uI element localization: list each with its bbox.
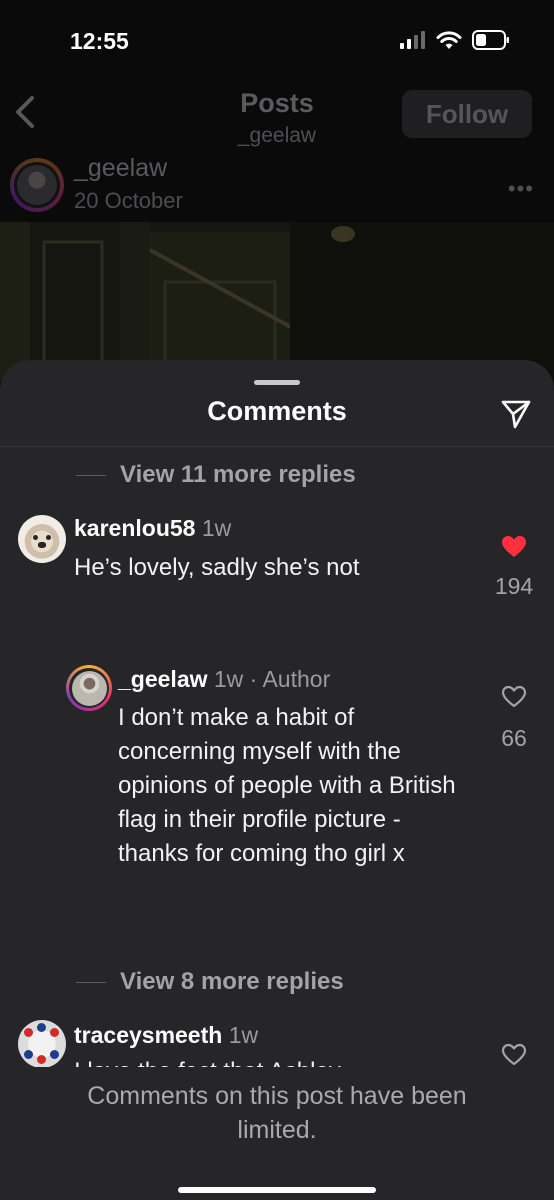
view-more-replies-button[interactable]: View 11 more replies bbox=[76, 461, 356, 489]
post-author-username[interactable]: _geelaw bbox=[74, 154, 167, 183]
status-icons bbox=[400, 30, 510, 50]
home-indicator[interactable] bbox=[178, 1187, 376, 1193]
post-image bbox=[0, 222, 554, 382]
view-more-replies-label: View 8 more replies bbox=[120, 968, 344, 995]
comment-header: traceysmeeth 1w bbox=[74, 1022, 258, 1049]
comment-time: 1w bbox=[201, 515, 232, 541]
heart-filled-icon[interactable] bbox=[501, 535, 527, 559]
like-count: 194 bbox=[494, 573, 534, 599]
avatar[interactable] bbox=[18, 1020, 66, 1067]
view-more-replies-label: View 11 more replies bbox=[120, 461, 356, 488]
sheet-title: Comments bbox=[207, 396, 347, 426]
sheet-drag-handle[interactable] bbox=[254, 380, 300, 385]
avatar[interactable] bbox=[66, 665, 112, 711]
comment-time: 1w bbox=[228, 1022, 259, 1048]
comment-header: _geelaw 1w · Author bbox=[118, 666, 330, 693]
comment-meta: 1w · Author bbox=[213, 666, 331, 692]
heart-outline-icon[interactable] bbox=[501, 1043, 527, 1067]
comment-username[interactable]: karenlou58 bbox=[74, 515, 195, 541]
status-time: 12:55 bbox=[70, 28, 129, 54]
heart-outline-icon[interactable] bbox=[501, 685, 527, 709]
follow-button[interactable]: Follow bbox=[402, 90, 532, 138]
status-bar: 12:55 bbox=[0, 0, 554, 80]
comment-header: karenlou58 1w bbox=[74, 515, 231, 542]
comment-text: He’s lovely, sadly she’s not bbox=[74, 554, 360, 581]
view-more-replies-button[interactable]: View 8 more replies bbox=[76, 968, 344, 996]
post-header: _geelaw 20 October ••• bbox=[0, 152, 554, 222]
nav-bar: Posts _geelaw Follow bbox=[0, 80, 554, 154]
comments-sheet: Comments View 11 more replies karenlou58… bbox=[0, 360, 554, 1200]
avatar[interactable] bbox=[18, 515, 66, 563]
comment-text: I love the fact that Ashley bbox=[74, 1055, 464, 1067]
like-count: 66 bbox=[501, 725, 527, 751]
comments-limited-footer: Comments on this post have been limited. bbox=[0, 1067, 554, 1200]
share-send-icon[interactable] bbox=[500, 398, 532, 430]
comment-username[interactable]: _geelaw bbox=[118, 666, 208, 692]
comment-text: I don’t make a habit of concerning mysel… bbox=[118, 704, 456, 867]
more-options-icon[interactable]: ••• bbox=[508, 176, 534, 202]
comments-limited-text: Comments on this post have been limited. bbox=[87, 1082, 467, 1144]
wifi-icon bbox=[436, 31, 462, 49]
post-author-avatar[interactable] bbox=[10, 158, 64, 212]
signal-icon bbox=[400, 31, 425, 49]
post-date: 20 October bbox=[74, 188, 183, 213]
comment-username[interactable]: traceysmeeth bbox=[74, 1022, 222, 1048]
battery-icon bbox=[472, 30, 509, 50]
comments-list[interactable]: View 11 more replies karenlou58 1w He’s … bbox=[0, 447, 554, 1067]
